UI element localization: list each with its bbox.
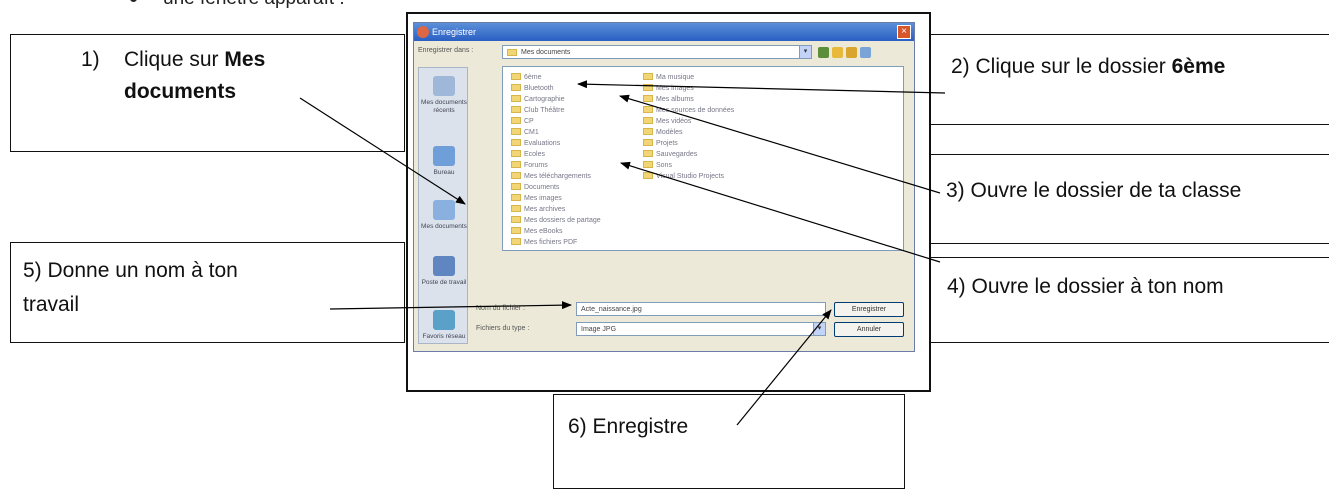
arrows-layer bbox=[299, 80, 946, 426]
arrow-step-1 bbox=[299, 97, 466, 205]
arrow-step-6 bbox=[736, 309, 832, 426]
arrow-step-4 bbox=[620, 161, 941, 263]
arrow-step-2 bbox=[577, 80, 946, 94]
arrow-step-3 bbox=[619, 94, 941, 194]
arrow-step-5 bbox=[329, 301, 572, 310]
